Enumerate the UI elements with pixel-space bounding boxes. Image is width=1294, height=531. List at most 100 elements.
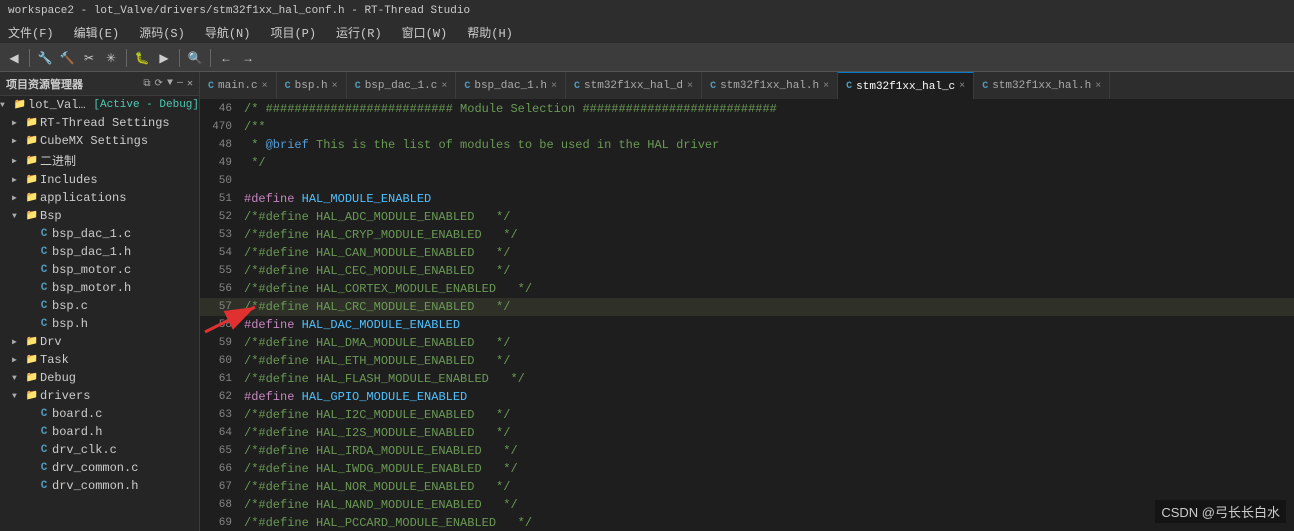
tab-close-button[interactable]: × bbox=[332, 81, 338, 92]
editor-tab[interactable]: Cmain.c× bbox=[200, 72, 277, 100]
tab-close-button[interactable]: × bbox=[262, 81, 268, 92]
sidebar-tree-item[interactable]: Cbsp_dac_1.h bbox=[0, 243, 199, 261]
sidebar-header: 项目资源管理器 ⧉ ⟳ ▼ — ✕ bbox=[0, 72, 199, 96]
toolbar-btn-4[interactable]: ✂ bbox=[79, 48, 99, 68]
toolbar-btn-1[interactable]: ◀ bbox=[4, 48, 24, 68]
tree-item-label: drivers bbox=[40, 389, 90, 403]
tab-close-button[interactable]: × bbox=[959, 81, 965, 92]
code-line: 61/*#define HAL_FLASH_MODULE_ENABLED */ bbox=[200, 370, 1294, 388]
collapse-all-icon[interactable]: ⧉ bbox=[143, 78, 150, 90]
sidebar-tree-item[interactable]: ▶📁Includes bbox=[0, 171, 199, 189]
sidebar-tree-item[interactable]: ▼📁Bsp bbox=[0, 207, 199, 225]
line-content: /*#define HAL_NOR_MODULE_ENABLED */ bbox=[240, 480, 1294, 494]
sidebar-tree-item[interactable]: ▶📁CubeMX Settings bbox=[0, 132, 199, 150]
menu-item[interactable]: 帮助(H) bbox=[463, 23, 517, 42]
sidebar-tree-item[interactable]: ▶📁Task bbox=[0, 351, 199, 369]
code-line: 48 * @brief This is the list of modules … bbox=[200, 136, 1294, 154]
expand-icon[interactable]: ▼ bbox=[167, 78, 173, 90]
sidebar-tree-item[interactable]: ▼📁lot_Valve[Active - Debug] bbox=[0, 96, 199, 114]
toolbar-btn-search[interactable]: 🔍 bbox=[185, 48, 205, 68]
sidebar-tree-item[interactable]: Cdrv_common.h bbox=[0, 477, 199, 495]
tab-close-button[interactable]: × bbox=[441, 81, 447, 92]
sidebar-tree-item[interactable]: ▶📁Drv bbox=[0, 333, 199, 351]
tab-file-icon: C bbox=[355, 81, 361, 92]
editor-tab[interactable]: Cstm32f1xx_hal_c× bbox=[838, 72, 974, 100]
line-number: 59 bbox=[200, 337, 240, 349]
menu-item[interactable]: 窗口(W) bbox=[398, 23, 452, 42]
line-content: /*#define HAL_PCCARD_MODULE_ENABLED */ bbox=[240, 516, 1294, 530]
toolbar-btn-5[interactable]: ✳ bbox=[101, 48, 121, 68]
line-number: 65 bbox=[200, 445, 240, 457]
toolbar-btn-fwd[interactable]: → bbox=[238, 48, 258, 68]
code-editor[interactable]: 46/* ########################## Module S… bbox=[200, 100, 1294, 531]
toolbar-btn-back[interactable]: ← bbox=[216, 48, 236, 68]
line-number: 55 bbox=[200, 265, 240, 277]
editor-tab[interactable]: Cbsp_dac_1.h× bbox=[456, 72, 566, 100]
tab-close-button[interactable]: × bbox=[823, 81, 829, 92]
tab-file-icon: C bbox=[574, 81, 580, 92]
sidebar-tree-item[interactable]: Cboard.c bbox=[0, 405, 199, 423]
tree-item-label: 二进制 bbox=[40, 152, 76, 169]
tree-arrow-icon: ▼ bbox=[12, 212, 24, 221]
sync-icon[interactable]: ⟳ bbox=[155, 78, 163, 90]
toolbar-btn-7[interactable]: ▶ bbox=[154, 48, 174, 68]
toolbar-btn-3[interactable]: 🔨 bbox=[57, 48, 77, 68]
line-number: 66 bbox=[200, 463, 240, 475]
line-content: /*#define HAL_NAND_MODULE_ENABLED */ bbox=[240, 498, 1294, 512]
editor-tab[interactable]: Cbsp.h× bbox=[277, 72, 347, 100]
menu-item[interactable]: 导航(N) bbox=[201, 23, 255, 42]
code-line: 54/*#define HAL_CAN_MODULE_ENABLED */ bbox=[200, 244, 1294, 262]
sidebar-tree-item[interactable]: Cbsp.c bbox=[0, 297, 199, 315]
line-number: 58 bbox=[200, 319, 240, 331]
folder-icon: 📁 bbox=[24, 335, 40, 349]
menu-item[interactable]: 运行(R) bbox=[332, 23, 386, 42]
code-line: 59/*#define HAL_DMA_MODULE_ENABLED */ bbox=[200, 334, 1294, 352]
editor-tab[interactable]: Cbsp_dac_1.c× bbox=[347, 72, 457, 100]
editor-tab[interactable]: Cstm32f1xx_hal_d× bbox=[566, 72, 702, 100]
toolbar-btn-6[interactable]: 🐛 bbox=[132, 48, 152, 68]
line-number: 67 bbox=[200, 481, 240, 493]
sidebar-tree-item[interactable]: Cbsp_motor.h bbox=[0, 279, 199, 297]
folder-icon: 📁 bbox=[24, 371, 40, 385]
sidebar-tree-item[interactable]: Cboard.h bbox=[0, 423, 199, 441]
menu-item[interactable]: 源码(S) bbox=[135, 23, 189, 42]
menu-item[interactable]: 项目(P) bbox=[266, 23, 320, 42]
editor-tab[interactable]: Cstm32f1xx_hal.h× bbox=[974, 72, 1110, 100]
tree-item-label: Includes bbox=[40, 173, 98, 187]
line-number: 60 bbox=[200, 355, 240, 367]
sidebar-tree-item[interactable]: Cbsp.h bbox=[0, 315, 199, 333]
tab-close-button[interactable]: × bbox=[551, 81, 557, 92]
menu-item[interactable]: 文件(F) bbox=[4, 23, 58, 42]
tab-close-button[interactable]: × bbox=[687, 81, 693, 92]
close-icon[interactable]: ✕ bbox=[187, 78, 193, 90]
editor-tab[interactable]: Cstm32f1xx_hal.h× bbox=[702, 72, 838, 100]
sidebar-tree-item[interactable]: ▼📁Debug bbox=[0, 369, 199, 387]
line-number: 46 bbox=[200, 103, 240, 115]
sidebar-tree-item[interactable]: Cbsp_motor.c bbox=[0, 261, 199, 279]
c-file-icon: C bbox=[36, 407, 52, 421]
c-file-icon: C bbox=[36, 245, 52, 259]
code-line: 470/** bbox=[200, 118, 1294, 136]
sidebar-tree-item[interactable]: ▶📁RT-Thread Settings bbox=[0, 114, 199, 132]
toolbar-btn-2[interactable]: 🔧 bbox=[35, 48, 55, 68]
menu-item[interactable]: 编辑(E) bbox=[70, 23, 124, 42]
sidebar-tree-item[interactable]: Cbsp_dac_1.c bbox=[0, 225, 199, 243]
tab-file-icon: C bbox=[982, 81, 988, 92]
line-number: 64 bbox=[200, 427, 240, 439]
sidebar-tree-item[interactable]: ▶📁applications bbox=[0, 189, 199, 207]
sidebar-tree-item[interactable]: Cdrv_common.c bbox=[0, 459, 199, 477]
tree-item-label: Debug bbox=[40, 371, 76, 385]
tree-item-label: bsp.h bbox=[52, 317, 88, 331]
tree-arrow-icon: ▶ bbox=[12, 175, 24, 185]
tab-close-button[interactable]: × bbox=[1095, 81, 1101, 92]
line-content: /*#define HAL_ADC_MODULE_ENABLED */ bbox=[240, 210, 1294, 224]
sidebar-icons: ⧉ ⟳ ▼ — ✕ bbox=[143, 78, 193, 90]
sidebar-tree-item[interactable]: ▼📁drivers bbox=[0, 387, 199, 405]
sidebar-tree-item[interactable]: ▶📁二进制 bbox=[0, 150, 199, 171]
line-content: /*#define HAL_CRYP_MODULE_ENABLED */ bbox=[240, 228, 1294, 242]
line-number: 63 bbox=[200, 409, 240, 421]
toolbar-sep-2 bbox=[126, 49, 127, 67]
tree-item-label: bsp_motor.h bbox=[52, 281, 131, 295]
sidebar-tree-item[interactable]: Cdrv_clk.c bbox=[0, 441, 199, 459]
minimize-icon[interactable]: — bbox=[177, 78, 183, 90]
